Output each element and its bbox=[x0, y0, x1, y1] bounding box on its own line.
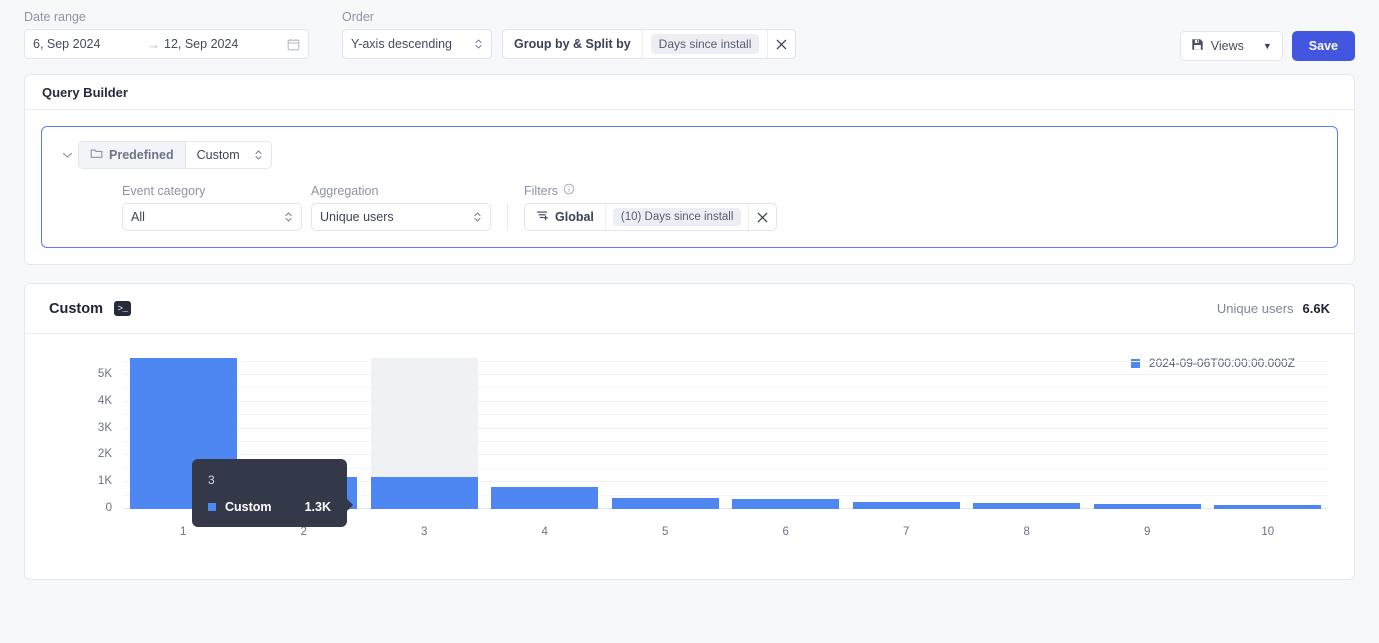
bar[interactable] bbox=[1214, 504, 1322, 509]
vertical-divider bbox=[507, 204, 508, 230]
top-toolbar: Date range 6, Sep 2024 → 12, Sep 2024 Or… bbox=[0, 0, 1379, 70]
group-by-clear-icon[interactable] bbox=[767, 30, 795, 58]
date-range-input[interactable]: 6, Sep 2024 → 12, Sep 2024 bbox=[24, 29, 309, 59]
query-fields-row: Event category All Aggregation Unique us… bbox=[42, 169, 1337, 231]
x-axis-tick: 2 bbox=[300, 526, 307, 538]
filters-clear-icon[interactable] bbox=[748, 204, 776, 230]
chevron-updown-icon bbox=[474, 37, 483, 51]
bar[interactable] bbox=[973, 502, 1081, 509]
chevron-updown-icon bbox=[473, 210, 482, 224]
bar[interactable] bbox=[370, 476, 478, 509]
tooltip-arrow bbox=[347, 499, 353, 511]
x-axis-tick: 3 bbox=[421, 526, 428, 538]
filter-plus-icon bbox=[536, 209, 549, 225]
bar[interactable] bbox=[611, 498, 719, 509]
tooltip-series-value: 1.3K bbox=[304, 500, 331, 514]
chevron-updown-icon bbox=[284, 210, 293, 224]
mode-predefined-label: Predefined bbox=[109, 148, 174, 162]
order-value: Y-axis descending bbox=[351, 37, 452, 51]
chevron-down-icon: ▼ bbox=[1262, 41, 1272, 51]
event-category-group: Event category All bbox=[122, 184, 302, 231]
y-axis-tick: 4K bbox=[97, 394, 112, 407]
tooltip-header: 3 bbox=[208, 473, 215, 487]
order-label: Order bbox=[342, 10, 374, 24]
query-block: Predefined Custom Event category All Agg… bbox=[41, 126, 1338, 248]
chart-header: Custom >_ Unique users 6.6K bbox=[25, 284, 1354, 334]
query-builder-title: Query Builder bbox=[42, 84, 128, 100]
bar[interactable] bbox=[1093, 503, 1201, 509]
folder-icon bbox=[90, 148, 103, 162]
group-by-control[interactable]: Group by & Split by Days since install bbox=[502, 29, 797, 59]
query-mode-segmented: Predefined Custom bbox=[78, 141, 272, 169]
aggregation-label: Aggregation bbox=[311, 184, 379, 198]
toolbar-actions: Views ▼ Save bbox=[1179, 31, 1355, 61]
x-axis-tick: 4 bbox=[541, 526, 548, 538]
x-axis-tick: 6 bbox=[782, 526, 789, 538]
y-axis-tick: 0 bbox=[105, 502, 112, 514]
filters-group: Filters Global (10) Days since install bbox=[524, 183, 778, 231]
views-button[interactable]: Views ▼ bbox=[1179, 31, 1283, 61]
mode-custom-select[interactable]: Custom bbox=[186, 142, 271, 168]
mode-custom-label: Custom bbox=[196, 148, 240, 162]
metric-name: Unique users bbox=[1216, 301, 1294, 316]
order-group: Order Y-axis descending Group by & Split… bbox=[342, 10, 797, 59]
terminal-icon[interactable]: >_ bbox=[113, 301, 131, 316]
event-category-label: Event category bbox=[122, 184, 206, 198]
date-from-value[interactable]: 6, Sep 2024 bbox=[33, 37, 143, 51]
filters-chip[interactable]: (10) Days since install bbox=[612, 208, 742, 226]
query-mode-row: Predefined Custom bbox=[42, 141, 1337, 169]
calendar-icon[interactable] bbox=[287, 38, 300, 51]
bar[interactable] bbox=[852, 501, 960, 509]
query-builder-body: Predefined Custom Event category All Agg… bbox=[25, 110, 1354, 264]
y-axis-tick: 5K bbox=[97, 368, 112, 381]
filters-control: Global (10) Days since install bbox=[524, 203, 778, 231]
group-by-label[interactable]: Group by & Split by bbox=[503, 30, 643, 58]
query-builder-card: Query Builder Predefined Custom Event ca… bbox=[24, 74, 1355, 265]
group-by-chip[interactable]: Days since install bbox=[650, 34, 760, 54]
filters-global-button[interactable]: Global bbox=[525, 204, 606, 230]
chevron-updown-icon bbox=[254, 148, 263, 162]
bar[interactable] bbox=[491, 487, 599, 509]
date-range-group: Date range 6, Sep 2024 → 12, Sep 2024 bbox=[24, 10, 309, 59]
aggregation-value: Unique users bbox=[320, 210, 394, 224]
views-label: Views bbox=[1210, 39, 1244, 53]
date-range-arrow-icon: → bbox=[147, 36, 160, 52]
chart-metric: Unique users 6.6K bbox=[1217, 301, 1330, 316]
tooltip-series-label: Custom bbox=[225, 500, 272, 514]
metric-value: 6.6K bbox=[1302, 301, 1330, 316]
filters-label-row: Filters bbox=[524, 183, 777, 198]
y-axis-tick: 3K bbox=[97, 421, 112, 434]
date-to-value[interactable]: 12, Sep 2024 bbox=[164, 37, 274, 51]
filters-global-label: Global bbox=[555, 210, 594, 224]
event-category-value: All bbox=[131, 210, 145, 224]
save-button[interactable]: Save bbox=[1291, 31, 1355, 61]
y-axis-tick: 1K bbox=[97, 475, 112, 488]
x-axis-tick: 5 bbox=[662, 526, 669, 538]
floppy-disk-icon bbox=[1191, 38, 1204, 54]
info-icon[interactable] bbox=[563, 183, 575, 198]
x-axis-tick: 9 bbox=[1144, 526, 1151, 538]
query-builder-header: Query Builder bbox=[25, 75, 1354, 110]
chart-card: Custom >_ Unique users 6.6K 2024-09-06T0… bbox=[24, 283, 1355, 580]
tooltip-swatch bbox=[208, 503, 216, 511]
aggregation-select[interactable]: Unique users bbox=[311, 203, 491, 231]
collapse-chevron-down-icon[interactable] bbox=[56, 151, 78, 159]
chart-tooltip: 3 Custom 1.3K bbox=[192, 459, 353, 527]
mode-predefined-button[interactable]: Predefined bbox=[79, 142, 186, 168]
x-axis-tick: 7 bbox=[903, 526, 910, 538]
x-axis-tick: 8 bbox=[1023, 526, 1030, 538]
tooltip-row: Custom 1.3K bbox=[208, 500, 331, 514]
x-axis-tick: 10 bbox=[1261, 526, 1275, 538]
bar[interactable] bbox=[732, 498, 840, 509]
x-axis-tick: 1 bbox=[180, 526, 187, 538]
chart-plot-area: 2024-09-06T00:00:00.000Z 0 1K 2K 3K 4K 5K 1 2 3 4… bbox=[25, 334, 1354, 580]
y-axis-tick: 2K bbox=[97, 448, 112, 461]
event-category-select[interactable]: All bbox=[122, 203, 302, 231]
aggregation-group: Aggregation Unique users bbox=[311, 184, 491, 231]
filters-label: Filters bbox=[524, 183, 559, 198]
date-range-label: Date range bbox=[24, 10, 86, 24]
chart-title: Custom bbox=[49, 300, 103, 317]
order-select[interactable]: Y-axis descending bbox=[342, 29, 492, 59]
